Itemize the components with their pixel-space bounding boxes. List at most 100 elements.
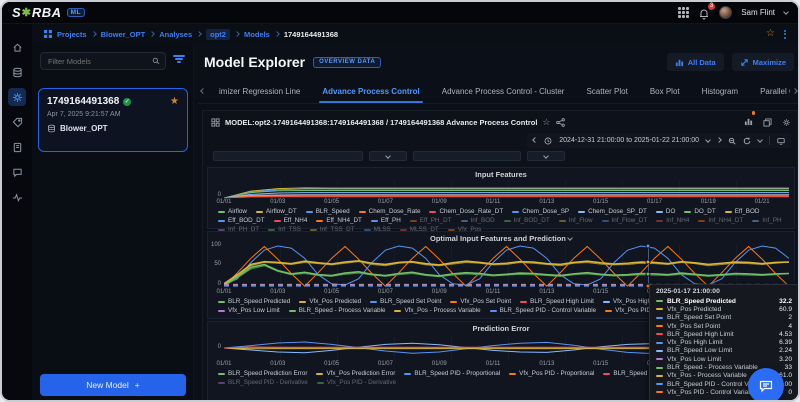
legend-item-vfx-pos-process-variable[interactable]: Vfx_Pos - Process Variable [394,307,480,314]
tab-imizer-regression-line[interactable]: imizer Regression Line [208,80,311,103]
tab-advance-process-control-cluster[interactable]: Advance Process Control - Cluster [431,80,576,103]
nav-notebook-icon[interactable] [8,138,26,156]
nav-chat-icon[interactable] [8,163,26,181]
variable-selector-1-caret[interactable] [369,151,407,161]
legend-item-airflow-dt[interactable]: Airflow_DT [256,208,297,215]
chart-plot[interactable] [224,180,789,198]
legend-item-eff-ph[interactable]: Eff_PH [371,217,401,224]
legend-item-inf-bod[interactable]: Inf_BOD [461,217,495,224]
time-range-caret-icon[interactable] [705,137,711,143]
settings-gear-icon[interactable] [782,118,791,127]
all-data-button[interactable]: All Data [667,53,724,71]
variable-selector-2-caret[interactable] [527,151,565,161]
legend-item-blr-speed[interactable]: BLR_Speed [306,208,350,215]
legend-item-eff-bod-dt[interactable]: Eff_BOD_DT [218,217,265,224]
maximize-button[interactable]: Maximize [732,53,794,71]
panel-title[interactable]: Input Features [208,170,794,179]
sorba-logo[interactable]: S✱RBA ML [12,5,85,20]
notifications-bell-icon[interactable]: 3 [698,7,710,19]
time-back-icon[interactable] [532,137,538,143]
legend-item-eff-ph-dt[interactable]: Eff_PH_DT [410,217,452,224]
legend-item-vfx-pos-set-point[interactable]: Vfx_Pos Set Point [450,298,511,305]
model-card[interactable]: 1749164491368 ✓ ★ Apr 7, 2025 9:21:57 AM… [38,88,188,152]
time-forward-icon[interactable] [716,137,722,143]
legend-item-blr-speed-pid-derivative[interactable]: BLR_Speed PID - Derivative [218,379,308,386]
legend-item-blr-speed-process-variable[interactable]: BLR_Speed - Process Variable [289,307,386,314]
nav-home-icon[interactable] [8,38,26,56]
favorite-star-icon[interactable]: ☆ [766,29,775,39]
filter-options-icon[interactable] [173,55,185,63]
legend-item-chem-dose-sp[interactable]: Chem_Dose_SP [512,208,569,215]
legend-item-blr-speed-pid-proportional[interactable]: BLR_Speed PID - Proportional [404,370,500,377]
legend-item-inf-flow-dt[interactable]: Inf_Flow_DT [602,217,648,224]
filter-models-input[interactable] [46,56,152,67]
tabs-scroll-right-icon[interactable] [790,89,800,94]
legend-item-inf-nh4[interactable]: Inf_NH4 [656,217,689,224]
legend-item-chem-dose-rate-dt[interactable]: Chem_Dose_Rate_DT [429,208,503,215]
tab-box-plot[interactable]: Box Plot [639,80,691,103]
panel-alerts-icon[interactable] [744,113,753,131]
zoom-out-icon[interactable] [728,137,736,145]
legend-item-vfx-pos-pid-derivative[interactable]: Vfx_Pos PID - Derivative [317,379,396,386]
user-menu-chevron-icon[interactable] [783,9,789,15]
breadcrumb-models[interactable]: Models [244,30,270,39]
nav-models-icon[interactable] [8,88,26,106]
time-range-text[interactable]: 2024-12-31 21:00:00 to 2025-01-22 21:00:… [559,137,699,144]
legend-item-blr-speed-set-point[interactable]: BLR_Speed Set Point [370,298,441,305]
legend-item-blr-speed-predicted[interactable]: BLR_Speed Predicted [218,298,290,305]
tabs-scroll-left-icon[interactable] [198,89,208,94]
tab-histogram[interactable]: Histogram [691,80,749,103]
tab-parallel-coordinates[interactable]: Parallel Coordinates [749,80,790,103]
legend-item-vfx-pos-predicted[interactable]: Vfx_Pos Predicted [299,298,361,305]
refresh-icon[interactable] [743,137,751,145]
breadcrumb-projects[interactable]: Projects [57,30,87,39]
legend-item-chem-dose-sp-dt[interactable]: Chem_Dose_SP_DT [578,208,647,215]
panel-title[interactable]: Optimal Input Features and Prediction [208,234,794,243]
legend-item-blr-speed-prediction-error[interactable]: BLR_Speed Prediction Error [218,370,307,377]
dashboard-star-icon[interactable]: ☆ [542,117,550,128]
x-tick: 01/09 [432,199,447,205]
variable-selector-1[interactable] [213,151,363,161]
logo-text: S [12,5,21,20]
chat-fab-button[interactable] [748,368,784,402]
legend-item-airflow[interactable]: Airflow [218,208,247,215]
share-icon[interactable] [556,118,565,127]
legend-item-inf-ph[interactable]: Inf_PH [752,217,781,224]
model-card-star-icon[interactable]: ★ [170,97,179,107]
legend-item-vfx-pos-low-limit[interactable]: Vfx_Pos Low Limit [218,307,280,314]
tab-advance-process-control[interactable]: Advance Process Control [311,80,430,103]
variable-selector-2[interactable] [413,151,521,161]
legend-item-eff-nh4[interactable]: Eff_NH4 [274,217,308,224]
user-name[interactable]: Sam Flint [741,8,775,17]
filter-models-field [40,52,166,70]
legend-item-eff-bod[interactable]: Eff_BOD [725,208,760,215]
tab-scatter-plot[interactable]: Scatter Plot [575,80,638,103]
legend-item-blr-speed-pid-control-variable[interactable]: BLR_Speed PID - Control Variable [490,307,597,314]
legend-item-inf-nh4-dt[interactable]: Inf_NH4_DT [698,217,743,224]
nav-tags-icon[interactable] [8,113,26,131]
user-avatar[interactable] [719,6,732,19]
tv-mode-icon[interactable] [777,137,785,145]
breadcrumb-analysis[interactable]: opt2 [206,29,230,40]
legend-item-vfx-pos-prediction-error[interactable]: Vfx_Pos Prediction Error [316,370,395,377]
legend-item-vfx-pos-pid-proportional[interactable]: Vfx_Pos PID - Proportional [509,370,594,377]
x-tick: 01/11 [486,289,501,295]
legend-item-inf-bod-dt[interactable]: Inf_BOD_DT [504,217,550,224]
nav-datasets-icon[interactable] [8,63,26,81]
legend-item-do-dt[interactable]: DO_DT [684,208,715,215]
kebab-menu-icon[interactable] [780,28,790,41]
legend-item-do[interactable]: DO [656,208,675,215]
legend-item-inf-flow[interactable]: Inf_Flow [559,217,593,224]
chart-plot[interactable] [224,244,789,287]
nav-activity-icon[interactable] [8,188,26,206]
x-tick: 01/13 [539,361,554,367]
refresh-interval-caret-icon[interactable] [757,137,763,143]
legend-item-eff-nh4-dt[interactable]: Eff_NH4_DT [316,217,362,224]
legend-item-chem-dose-rate[interactable]: Chem_Dose_Rate [359,208,421,215]
legend-item-blr-speed-high-limit[interactable]: BLR_Speed High Limit [520,298,594,305]
new-model-button[interactable]: New Model + [40,374,186,396]
copy-panel-icon[interactable] [763,118,772,127]
apps-grid-icon[interactable] [678,7,689,18]
breadcrumb-project[interactable]: Blower_OPT [101,30,146,39]
breadcrumb-analyses[interactable]: Analyses [159,30,192,39]
